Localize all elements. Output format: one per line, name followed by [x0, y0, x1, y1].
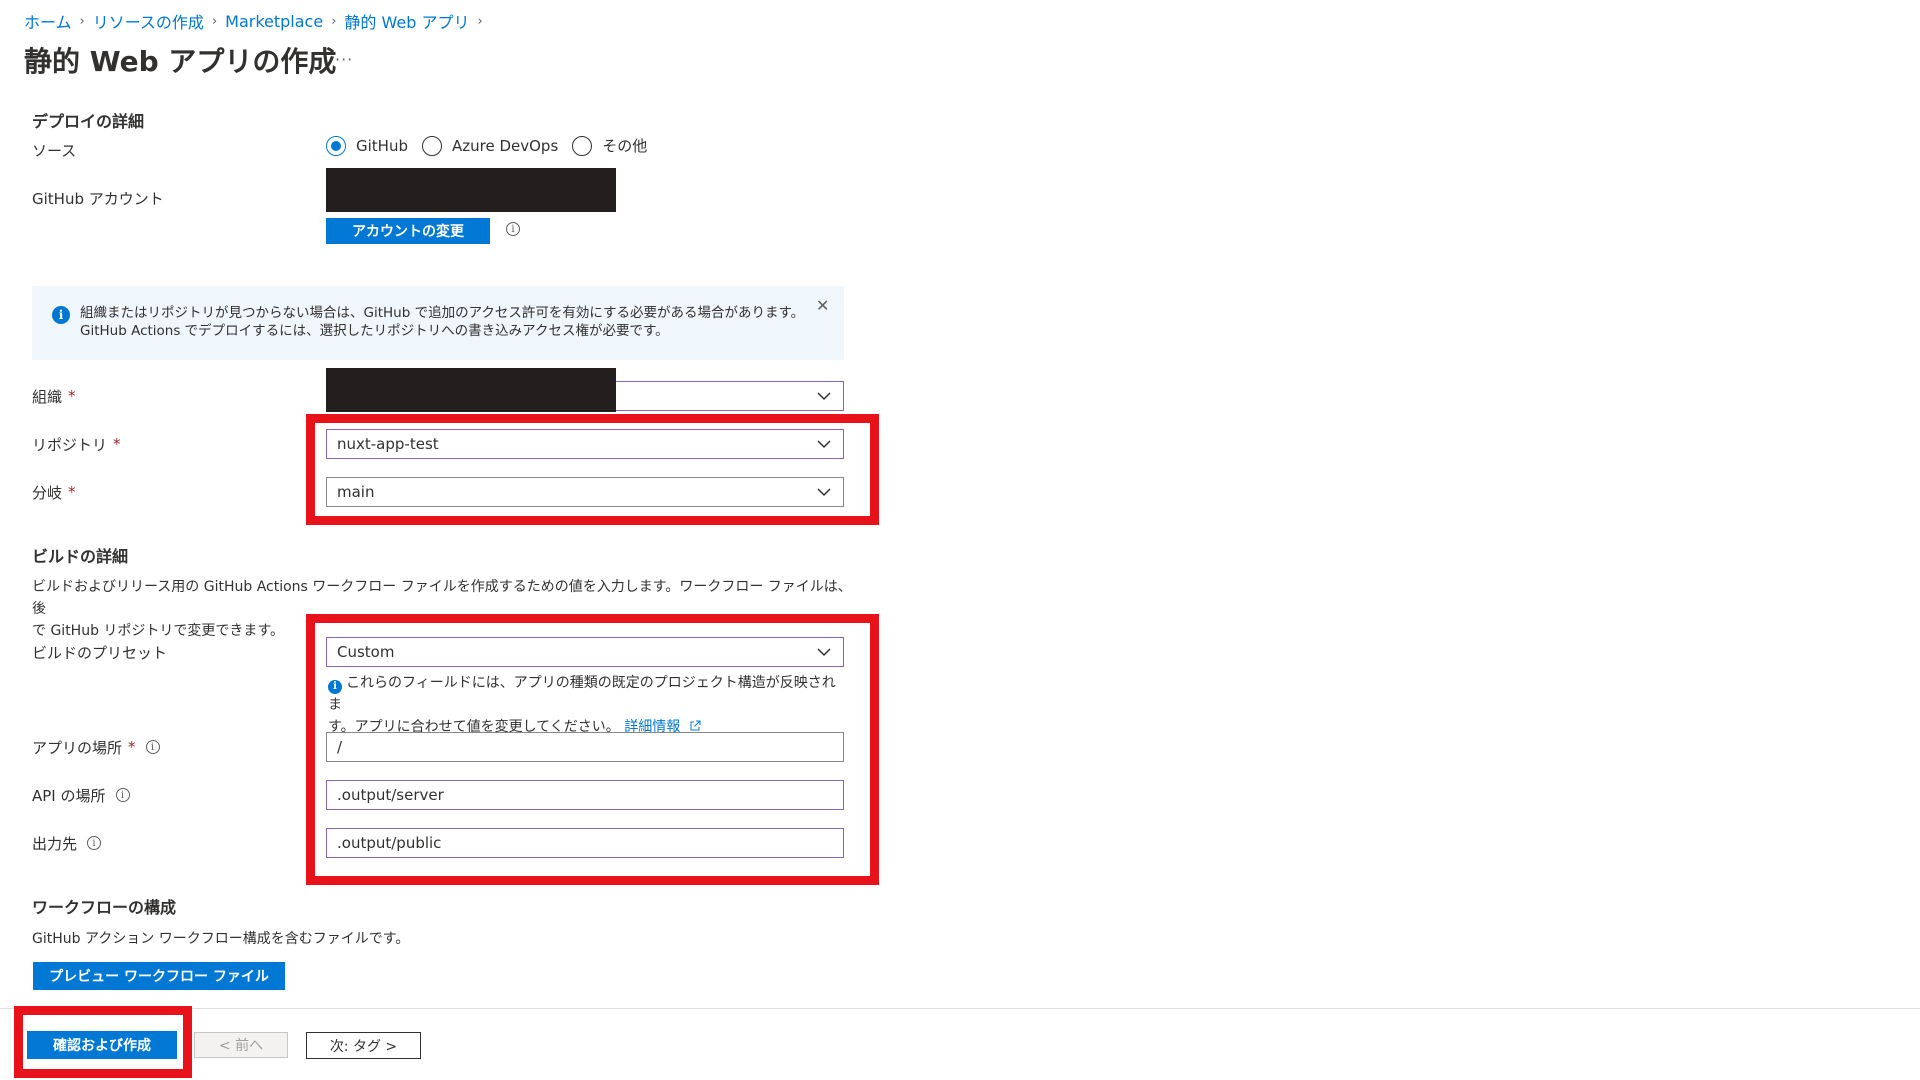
build-section-title: ビルドの詳細: [32, 547, 129, 566]
build-preset-label: ビルドのプリセット: [32, 643, 168, 662]
radio-unselected-icon: [572, 135, 593, 156]
preset-help-line-1: これらのフィールドには、アプリの種類の既定のプロジェクト構造が反映されま: [328, 675, 836, 713]
review-create-button[interactable]: 確認および作成: [27, 1031, 177, 1059]
change-account-button[interactable]: アカウントの変更: [326, 218, 490, 244]
next-tags-button[interactable]: 次: タグ >: [306, 1032, 421, 1059]
app-location-label: アプリの場所 * i: [32, 735, 160, 759]
source-radio-group: GitHub Azure DevOps その他: [326, 135, 661, 156]
more-options-icon[interactable]: ···: [335, 50, 353, 69]
chevron-right-icon: ›: [211, 13, 218, 29]
chevron-right-icon: ›: [477, 13, 483, 29]
previous-button[interactable]: < 前へ: [194, 1032, 288, 1058]
org-label: 組織 *: [32, 387, 76, 406]
breadcrumb-static-web-app[interactable]: 静的 Web アプリ: [344, 9, 469, 33]
api-location-value: .output/server: [337, 786, 444, 804]
banner-text: 組織またはリポジトリが見つからない場合は、GitHub で追加のアクセス許可を有…: [80, 304, 804, 340]
source-label: ソース: [32, 141, 77, 160]
repo-select[interactable]: nuxt-app-test: [326, 429, 844, 459]
info-banner: i 組織またはリポジトリが見つからない場合は、GitHub で追加のアクセス許可…: [32, 286, 844, 360]
info-icon[interactable]: i: [115, 788, 130, 802]
info-filled-icon: i: [52, 306, 70, 324]
deploy-section-title: デプロイの詳細: [32, 112, 145, 131]
app-location-input[interactable]: /: [326, 732, 844, 762]
radio-github-label: GitHub: [356, 136, 408, 155]
build-preset-select[interactable]: Custom: [326, 637, 844, 667]
radio-unselected-icon: [421, 135, 442, 156]
build-preset-value: Custom: [337, 643, 395, 661]
info-icon[interactable]: i: [145, 740, 160, 754]
chevron-down-icon: [817, 440, 831, 449]
breadcrumb-marketplace[interactable]: Marketplace: [225, 12, 323, 31]
chevron-down-icon: [817, 488, 831, 497]
branch-value: main: [337, 483, 375, 501]
info-filled-icon: i: [328, 680, 342, 694]
close-icon[interactable]: ✕: [816, 296, 829, 315]
radio-github[interactable]: GitHub: [326, 135, 408, 156]
output-location-input[interactable]: .output/public: [326, 828, 844, 858]
branch-label: 分岐 *: [32, 483, 76, 502]
breadcrumb-create-resource[interactable]: リソースの作成: [93, 9, 204, 33]
repo-value: nuxt-app-test: [337, 435, 439, 453]
output-location-label: 出力先 i: [32, 831, 102, 855]
radio-azure-devops-label: Azure DevOps: [451, 136, 559, 155]
output-location-value: .output/public: [337, 834, 442, 852]
radio-other-label: その他: [602, 137, 648, 155]
banner-line-2: GitHub Actions でデプロイするには、選択したリポジトリへの書き込み…: [80, 323, 669, 339]
chevron-down-icon: [817, 648, 831, 657]
workflow-section-title: ワークフローの構成: [32, 898, 177, 917]
workflow-description: GitHub アクション ワークフロー構成を含むファイルです。: [32, 931, 410, 947]
branch-select[interactable]: main: [326, 477, 844, 507]
preview-workflow-button[interactable]: プレビュー ワークフロー ファイル: [33, 962, 285, 990]
radio-other[interactable]: その他: [572, 135, 647, 156]
page-title: 静的 Web アプリの作成: [24, 45, 337, 78]
build-preset-help: i これらのフィールドには、アプリの種類の既定のプロジェクト構造が反映されま す。…: [328, 672, 848, 738]
radio-azure-devops[interactable]: Azure DevOps: [421, 135, 559, 156]
banner-line-1: 組織またはリポジトリが見つからない場合は、GitHub で追加のアクセス許可を有…: [80, 305, 805, 321]
radio-selected-icon: [326, 135, 346, 156]
external-link-icon: [690, 720, 701, 731]
info-icon[interactable]: i: [87, 836, 102, 850]
chevron-right-icon: ›: [79, 13, 85, 29]
github-account-label: GitHub アカウント: [32, 189, 164, 208]
breadcrumb: ホーム › リソースの作成 › Marketplace › 静的 Web アプリ…: [24, 9, 491, 33]
chevron-down-icon: [817, 392, 831, 401]
footer-divider: [0, 1008, 1920, 1009]
app-location-value: /: [337, 738, 343, 756]
chevron-right-icon: ›: [331, 13, 337, 29]
org-redacted: [326, 368, 616, 412]
info-icon[interactable]: i: [506, 222, 520, 236]
api-location-input[interactable]: .output/server: [326, 780, 844, 810]
api-location-label: API の場所 i: [32, 783, 130, 807]
repo-label: リポジトリ *: [32, 435, 121, 454]
breadcrumb-home[interactable]: ホーム: [24, 9, 72, 33]
github-account-redacted: [326, 168, 616, 212]
